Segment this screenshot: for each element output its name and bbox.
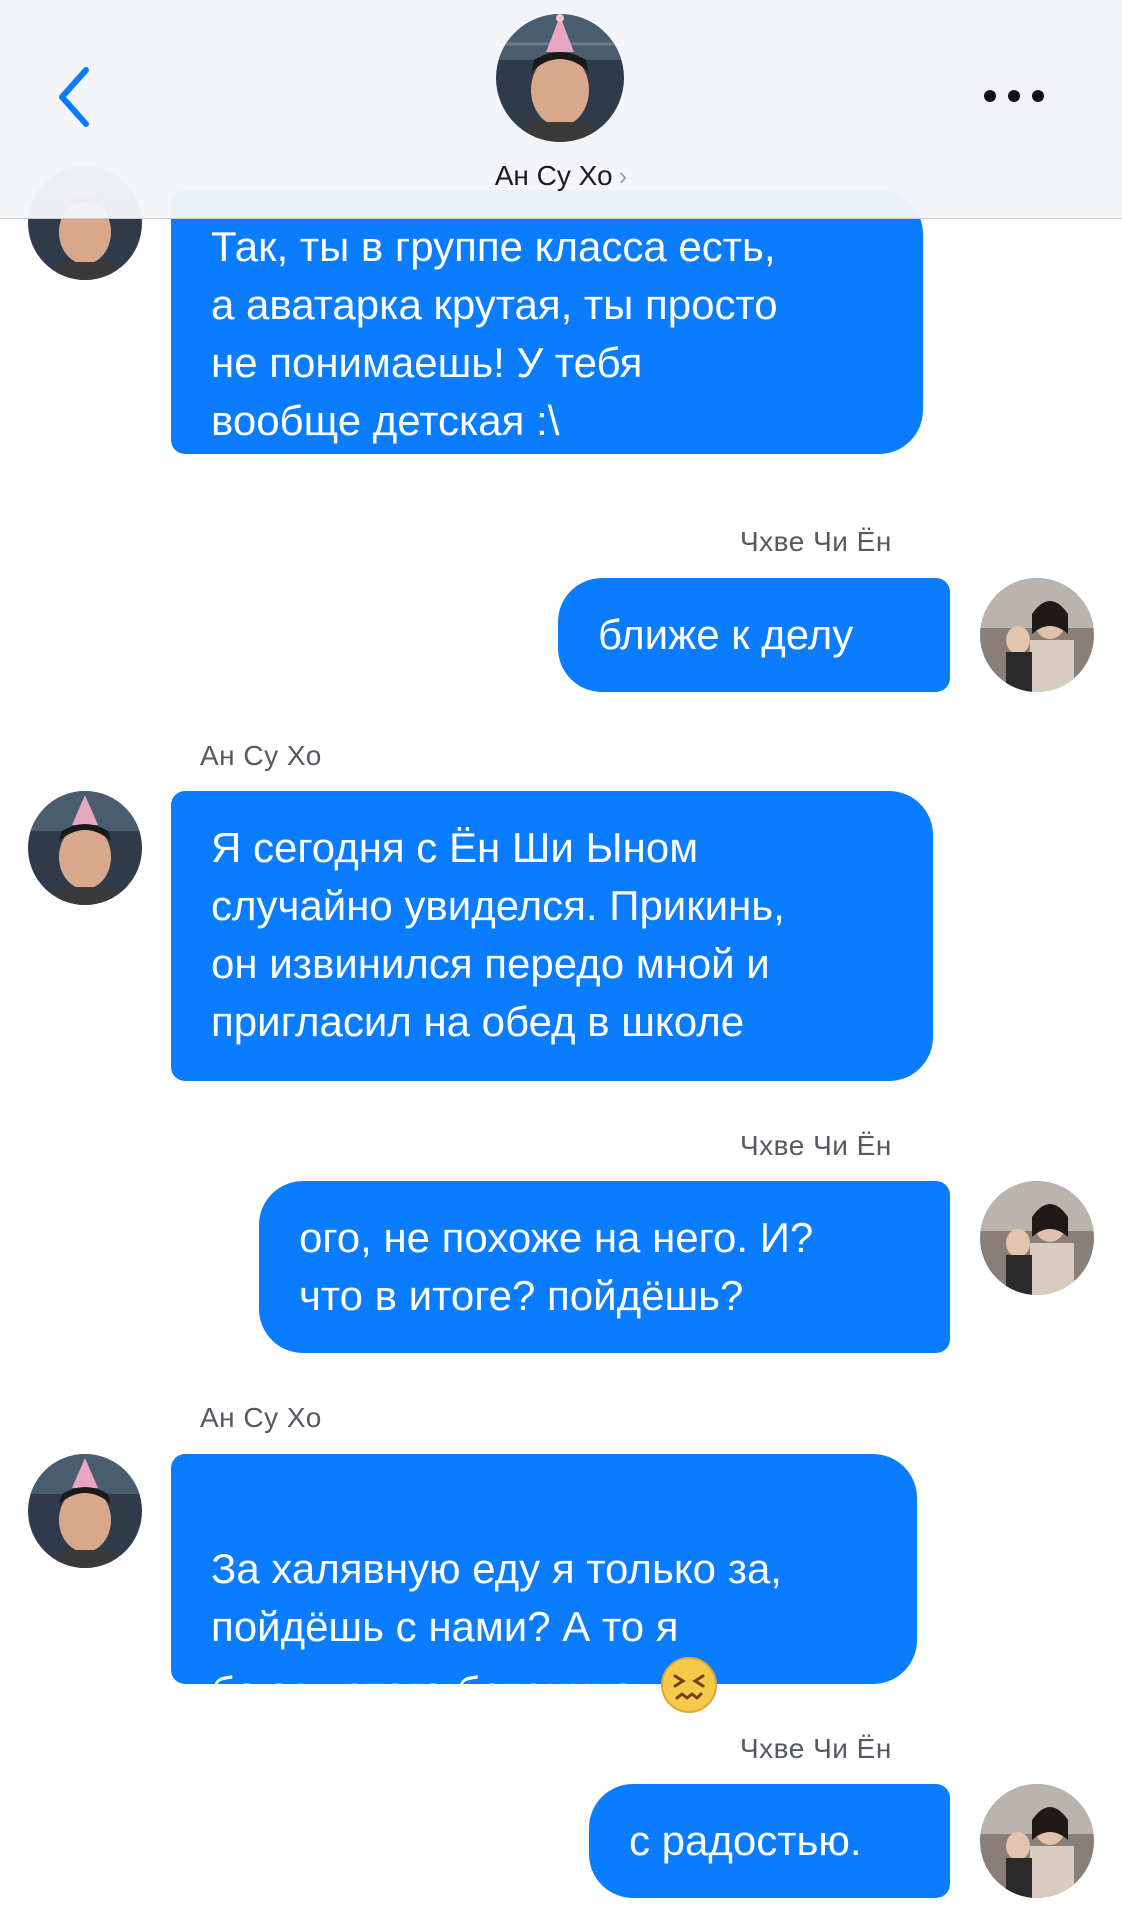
message-bubble-incoming[interactable]: Я сегодня с Ён Ши Ыном случайно увиделся… [171,791,933,1081]
message-bubble-outgoing[interactable]: с радостью. [589,1784,950,1898]
sender-name: Ан Су Хо [200,1402,322,1433]
chevron-left-icon [59,67,89,127]
avatar-contact[interactable] [28,1454,142,1568]
chat-screen: Так, ты в группе класса есть, а аватарка… [0,0,1122,1920]
contact-name-button[interactable]: Ан Су Хо › [0,160,1122,192]
back-button[interactable] [50,62,100,132]
avatar-self[interactable] [980,578,1094,692]
contact-name: Ан Су Хо [494,160,613,191]
message-bubble-incoming[interactable]: За халявную еду я только за, пойдёшь с н… [171,1454,917,1715]
avatar-contact[interactable] [28,791,142,905]
chevron-right-icon: › [618,161,628,191]
sender-name: Чхве Чи Ён [740,1130,892,1161]
avatar-self[interactable] [980,1784,1094,1898]
message-bubble-outgoing[interactable]: ого, не похоже на него. И? что в итоге? … [259,1181,950,1353]
sender-name: Ан Су Хо [200,740,322,771]
message-bubble-incoming[interactable]: Так, ты в группе класса есть, а аватарка… [171,190,923,454]
confounded-face-icon [660,1656,718,1729]
chat-header: Ан Су Хо › [0,0,1122,219]
contact-avatar[interactable] [496,14,624,142]
sender-name: Чхве Чи Ён [740,1733,892,1764]
more-options-button[interactable] [982,78,1046,114]
sender-name: Чхве Чи Ён [740,526,892,557]
message-bubble-outgoing[interactable]: ближе к делу [558,578,950,692]
avatar-self[interactable] [980,1181,1094,1295]
